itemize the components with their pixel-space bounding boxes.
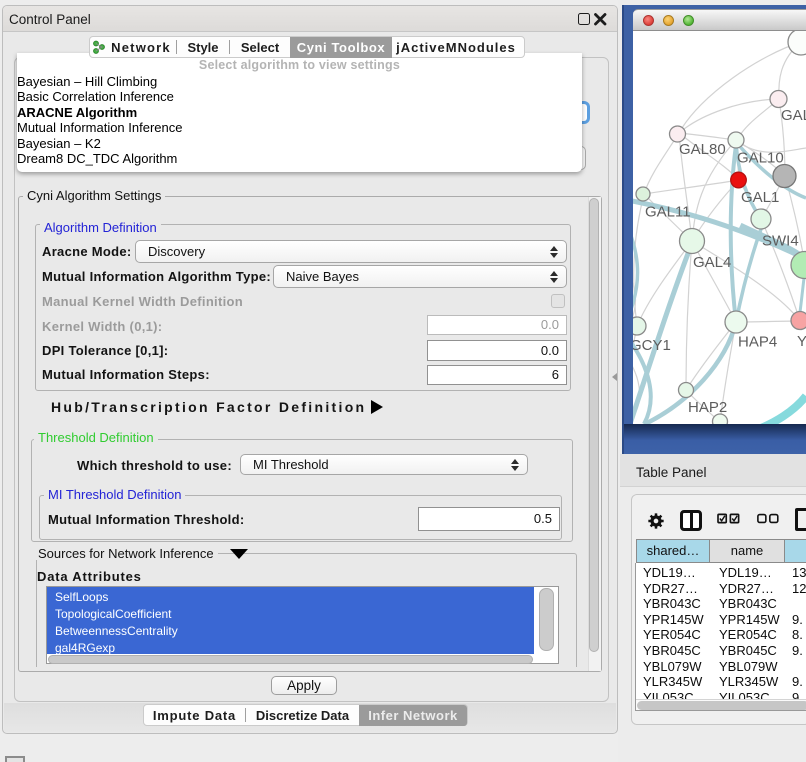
svg-text:GCY1: GCY1: [633, 337, 671, 354]
svg-text:GAL11: GAL11: [645, 204, 691, 221]
svg-text:SWI4: SWI4: [762, 233, 799, 250]
svg-text:HAP4: HAP4: [738, 334, 777, 351]
svg-text:GAL4: GAL4: [693, 254, 731, 271]
svg-text:GAL10: GAL10: [737, 150, 784, 167]
svg-text:HAP2: HAP2: [688, 399, 727, 416]
svg-text:Y: Y: [797, 333, 806, 350]
svg-text:GAL80: GAL80: [679, 141, 726, 158]
svg-text:GAL1: GAL1: [741, 189, 779, 206]
svg-text:GAL2: GAL2: [781, 107, 806, 124]
